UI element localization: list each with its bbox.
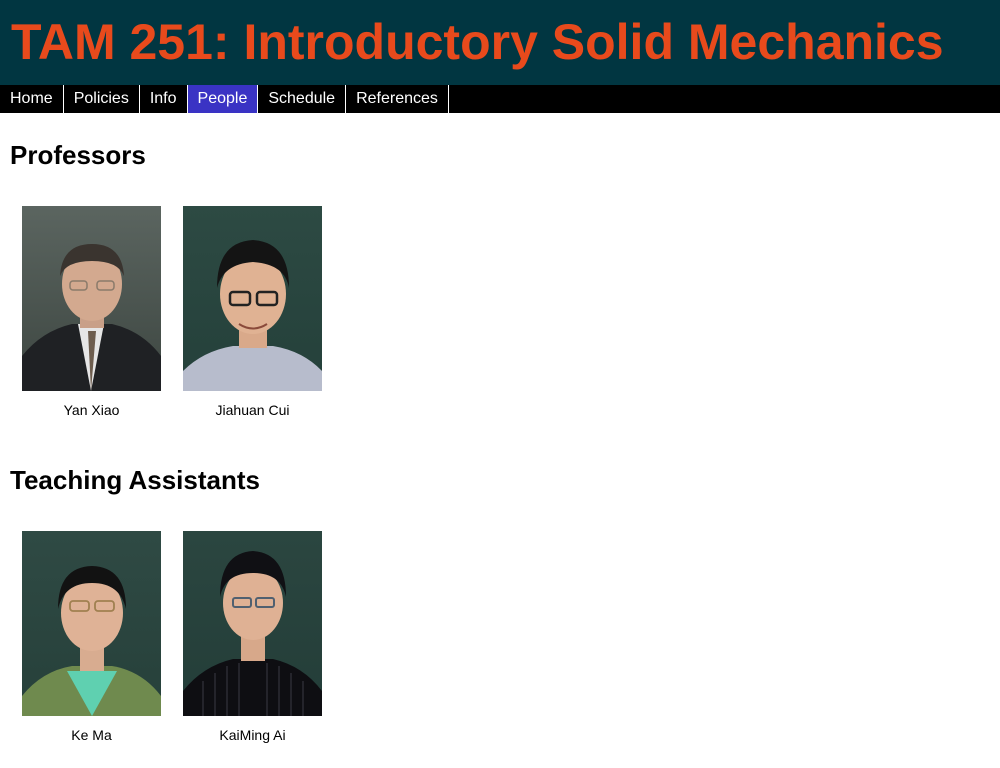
nav-item-policies[interactable]: Policies (64, 85, 140, 113)
professors-heading: Professors (10, 140, 146, 170)
portrait-image (183, 551, 322, 716)
person-photo (183, 206, 322, 391)
nav-item-info[interactable]: Info (140, 85, 188, 113)
person-name: Jiahuan Cui (215, 402, 290, 418)
portrait-image (22, 566, 161, 716)
person-name: Yan Xiao (63, 402, 120, 418)
portrait-image (183, 240, 322, 391)
person-photo (22, 531, 161, 716)
person-photo (22, 206, 161, 391)
person-card: KaiMing Ai (183, 531, 322, 743)
site-banner: TAM 251: Introductory Solid Mechanics (0, 0, 1000, 85)
person-photo (183, 531, 322, 716)
portrait-image (22, 244, 161, 391)
nav-item-references[interactable]: References (346, 85, 449, 113)
person-card: Yan Xiao (22, 206, 161, 418)
person-card: Ke Ma (22, 531, 161, 743)
site-title: TAM 251: Introductory Solid Mechanics (11, 14, 944, 70)
nav-item-home[interactable]: Home (0, 85, 64, 113)
person-name: Ke Ma (71, 727, 112, 743)
person-name: KaiMing Ai (219, 727, 286, 743)
teaching-assistants-heading: Teaching Assistants (10, 465, 260, 495)
nav-bar: Home Policies Info People Schedule Refer… (0, 85, 1000, 113)
person-card: Jiahuan Cui (183, 206, 322, 418)
nav-item-people[interactable]: People (187, 85, 259, 113)
nav-item-schedule[interactable]: Schedule (258, 85, 347, 113)
